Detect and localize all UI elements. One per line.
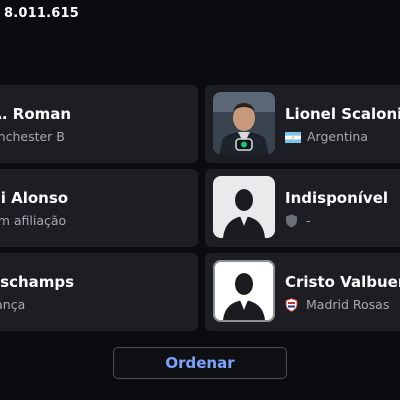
coach-card-left-3[interactable]: eschamps rança [0,253,198,331]
header-value: 8.011.615 [4,6,79,21]
coach-card-scaloni[interactable]: Lionel Scaloni Argentina [205,85,400,163]
sort-button[interactable]: Ordenar [113,347,287,379]
nation-label: Argentina [307,129,368,144]
coach-name: eschamps [0,273,75,291]
coach-card-unavailable[interactable]: Indisponível - [205,169,400,247]
coach-club: rança [0,297,26,312]
coach-name: Lionel Scaloni [285,105,400,123]
coach-club: em afiliação [0,213,67,228]
coach-club: - [285,213,388,228]
argentina-flag-icon [285,131,301,143]
coach-club: Madrid Rosas [285,297,400,312]
placeholder-avatar [213,260,275,322]
club-crest-icon [285,297,298,312]
coach-name: Cristo Valbuena [285,273,400,291]
club-label: Madrid Rosas [306,297,390,312]
coach-name: Indisponível [285,189,389,207]
placeholder-avatar [213,176,275,238]
coach-card-valbuena[interactable]: Cristo Valbuena Madrid Rosas [205,253,400,331]
club-label: - [306,213,311,228]
coach-photo [213,92,275,154]
coach-name: bi Alonso [0,189,69,207]
coach-card-left-1[interactable]: A. Roman anchester B [0,85,198,163]
shield-icon [285,214,298,228]
coach-club: anchester B [0,129,65,144]
coach-card-left-2[interactable]: bi Alonso em afiliação [0,169,198,247]
coach-nation: Argentina [285,129,400,144]
coach-name: A. Roman [0,105,72,123]
